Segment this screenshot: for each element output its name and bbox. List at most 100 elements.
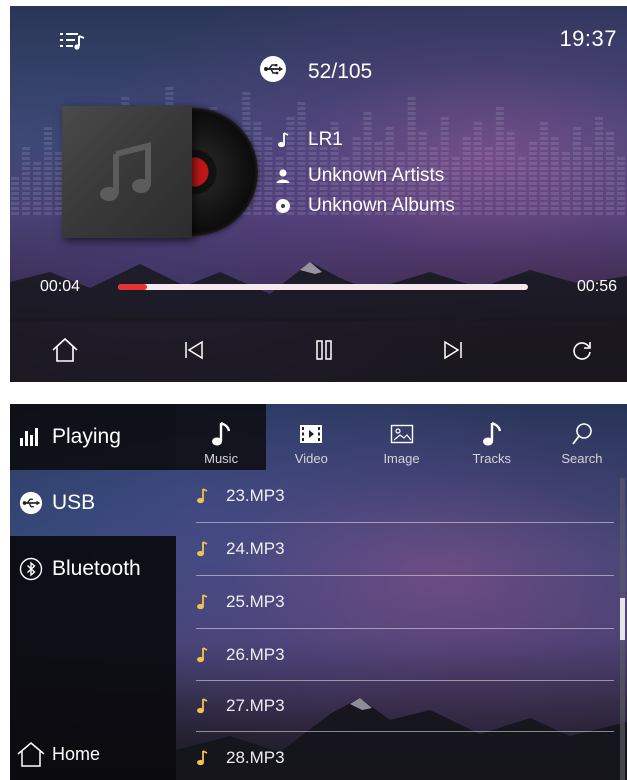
skip-previous-icon — [185, 340, 203, 360]
equalizer-bar-segment — [583, 187, 592, 190]
next-button[interactable] — [436, 333, 470, 367]
equalizer-bar-segment — [363, 142, 372, 145]
equalizer-bar-segment — [594, 137, 603, 140]
list-item[interactable]: 25.MP3 — [176, 576, 613, 628]
equalizer-bar-segment — [374, 152, 383, 155]
equalizer-bar-segment — [495, 207, 504, 210]
equalizer-bar-segment — [22, 147, 31, 150]
tab-image[interactable]: Image — [356, 404, 446, 470]
tab-video[interactable]: Video — [266, 404, 356, 470]
clock: 19:37 — [559, 26, 617, 51]
equalizer-bar-segment — [396, 152, 405, 155]
equalizer-bar-segment — [242, 102, 251, 105]
equalizer-bar-segment — [572, 187, 581, 190]
equalizer-bar-segment — [440, 137, 449, 140]
equalizer-bar-segment — [506, 212, 515, 215]
equalizer-bar-segment — [517, 172, 526, 175]
home-button[interactable] — [48, 333, 82, 367]
equalizer-bar-segment — [363, 137, 372, 140]
pause-button[interactable] — [307, 333, 341, 367]
equalizer-bar-segment — [561, 157, 570, 160]
list-item[interactable]: 26.MP3 — [176, 629, 613, 681]
equalizer-bar-segment — [517, 202, 526, 205]
list-item[interactable]: 28.MP3 — [176, 732, 613, 780]
scrollbar-thumb[interactable] — [620, 598, 625, 640]
equalizer-bar-segment — [297, 107, 306, 110]
track-title: 27.MP3 — [226, 696, 285, 715]
equalizer-bar-segment — [385, 127, 394, 130]
equalizer-bar-segment — [165, 102, 174, 105]
equalizer-bar-segment — [33, 207, 42, 210]
equalizer-bar-segment — [44, 167, 53, 170]
sidebar-item-home[interactable]: Home — [10, 728, 176, 780]
mountain-silhouette — [10, 262, 627, 322]
list-item[interactable]: 27.MP3 — [176, 680, 613, 732]
equalizer-bar-segment — [407, 132, 416, 135]
equalizer-bar-segment — [407, 147, 416, 150]
equalizer-bar-segment — [275, 157, 284, 160]
equalizer-bar-segment — [308, 152, 317, 155]
equalizer-bar-segment — [473, 157, 482, 160]
music-note-icon — [482, 417, 502, 451]
equalizer-bar-segment — [550, 157, 559, 160]
equalizer-bar-segment — [385, 142, 394, 145]
current-time: 00:04 — [40, 278, 81, 295]
equalizer-bar-segment — [583, 167, 592, 170]
equalizer-bar-segment — [550, 187, 559, 190]
equalizer-bar-segment — [484, 157, 493, 160]
equalizer-bar-segment — [407, 127, 416, 130]
equalizer-bar-segment — [264, 152, 273, 155]
equalizer-bar-segment — [451, 177, 460, 180]
tab-label: Tracks — [472, 451, 511, 466]
equalizer-bar-segment — [517, 167, 526, 170]
equalizer-bar-segment — [594, 192, 603, 195]
scrollbar[interactable] — [620, 478, 625, 780]
playlist-icon[interactable] — [58, 30, 86, 52]
equalizer-bar-segment — [583, 212, 592, 215]
tab-music[interactable]: Music — [176, 404, 267, 470]
music-note-icon — [196, 646, 210, 664]
sidebar-item-playing[interactable]: Playing — [10, 404, 176, 470]
list-item[interactable]: 24.MP3 — [176, 523, 613, 575]
equalizer-bar-segment — [451, 187, 460, 190]
equalizer-bar-segment — [264, 157, 273, 160]
equalizer-bar-segment — [495, 107, 504, 110]
equalizer-bar-segment — [44, 157, 53, 160]
equalizer-bar-segment — [605, 137, 614, 140]
equalizer-bar-segment — [418, 137, 427, 140]
equalizer-bar-segment — [528, 142, 537, 145]
equalizer-bar-segment — [528, 167, 537, 170]
equalizer-bar-segment — [583, 162, 592, 165]
list-item[interactable]: 23.MP3 — [176, 470, 613, 522]
equalizer-bar-segment — [330, 122, 339, 125]
previous-button[interactable] — [177, 333, 211, 367]
equalizer-bar-segment — [374, 142, 383, 145]
music-note-icon — [100, 142, 151, 201]
sidebar-item-bluetooth[interactable]: Bluetooth — [10, 536, 176, 602]
equalizer-bar-segment — [22, 172, 31, 175]
progress-bar[interactable] — [118, 284, 528, 290]
equalizer-bar-segment — [429, 147, 438, 150]
equalizer-bar-segment — [352, 137, 361, 140]
equalizer-bar-segment — [44, 177, 53, 180]
equalizer-bar-segment — [561, 197, 570, 200]
equalizer-bar-segment — [22, 167, 31, 170]
sidebar-item-usb[interactable]: USB — [10, 470, 176, 536]
equalizer-bar-segment — [440, 122, 449, 125]
equalizer-bar-segment — [44, 207, 53, 210]
tab-search[interactable]: Search — [537, 404, 627, 470]
equalizer-bar-segment — [605, 152, 614, 155]
equalizer-bar-segment — [605, 162, 614, 165]
equalizer-bar-segment — [572, 142, 581, 145]
equalizer-bar-segment — [330, 157, 339, 160]
progress-track — [118, 284, 528, 290]
equalizer-bar-segment — [506, 182, 515, 185]
equalizer-bar-segment — [495, 172, 504, 175]
tab-tracks[interactable]: Tracks — [447, 404, 537, 470]
repeat-button[interactable] — [565, 333, 599, 367]
equalizer-bar-segment — [506, 202, 515, 205]
equalizer-bar-segment — [506, 172, 515, 175]
equalizer-bar-segment — [22, 202, 31, 205]
music-note-icon — [211, 417, 231, 451]
equalizer-bar-segment — [407, 142, 416, 145]
